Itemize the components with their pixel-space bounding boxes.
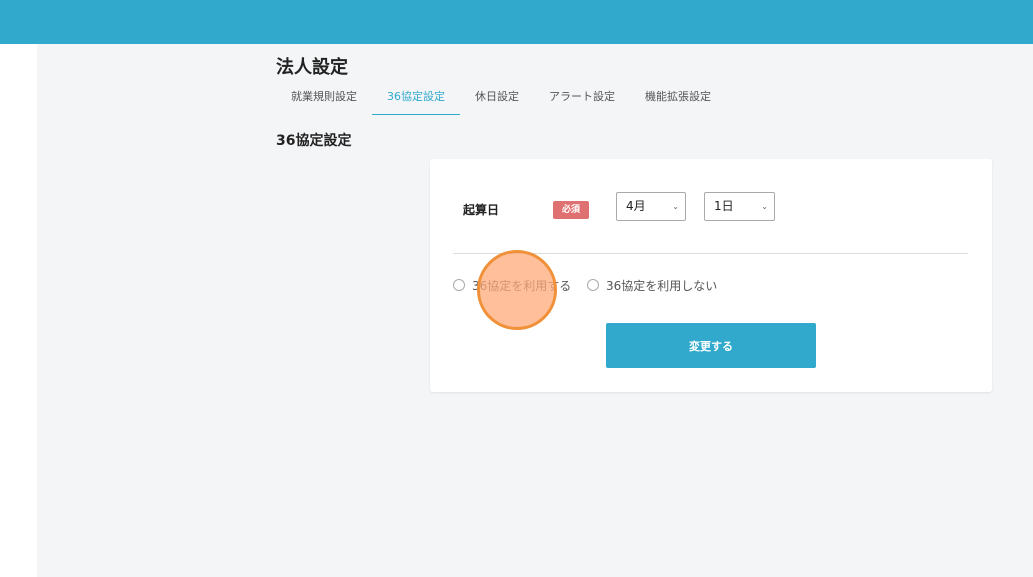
radio-not-use-36-agreement[interactable]: 36協定を利用しない bbox=[587, 277, 717, 293]
radio-button[interactable] bbox=[453, 279, 465, 291]
radio-label: 36協定を利用しない bbox=[606, 278, 718, 293]
chevron-down-icon: ⌄ bbox=[761, 202, 768, 211]
tab-alerts[interactable]: アラート設定 bbox=[534, 84, 630, 115]
settings-card: 起算日 必須 4月 ⌄ 1日 ⌄ 36協定を利用する 36協定を利用しない 変更… bbox=[430, 159, 992, 392]
day-select-value: 1日 bbox=[714, 199, 734, 213]
tab-holidays[interactable]: 休日設定 bbox=[460, 84, 534, 115]
radio-button[interactable] bbox=[587, 279, 599, 291]
tab-work-rules[interactable]: 就業規則設定 bbox=[276, 84, 372, 115]
chevron-down-icon: ⌄ bbox=[672, 202, 679, 211]
month-select[interactable]: 4月 ⌄ bbox=[616, 192, 686, 221]
page-title: 法人設定 bbox=[276, 57, 348, 78]
settings-tabs: 就業規則設定 36協定設定 休日設定 アラート設定 機能拡張設定 bbox=[276, 84, 726, 116]
submit-button[interactable]: 変更する bbox=[606, 323, 816, 368]
tab-extensions[interactable]: 機能拡張設定 bbox=[630, 84, 726, 115]
top-header-bar bbox=[0, 0, 1033, 44]
month-select-value: 4月 bbox=[626, 199, 646, 213]
left-sidebar bbox=[0, 44, 37, 577]
section-title: 36協定設定 bbox=[276, 133, 352, 149]
day-select[interactable]: 1日 ⌄ bbox=[704, 192, 775, 221]
start-date-label: 起算日 bbox=[463, 203, 500, 217]
divider bbox=[453, 253, 968, 254]
radio-label: 36協定を利用する bbox=[472, 278, 572, 293]
required-badge: 必須 bbox=[553, 201, 589, 219]
radio-use-36-agreement[interactable]: 36協定を利用する bbox=[453, 277, 571, 293]
tab-36-agreement[interactable]: 36協定設定 bbox=[372, 84, 460, 115]
